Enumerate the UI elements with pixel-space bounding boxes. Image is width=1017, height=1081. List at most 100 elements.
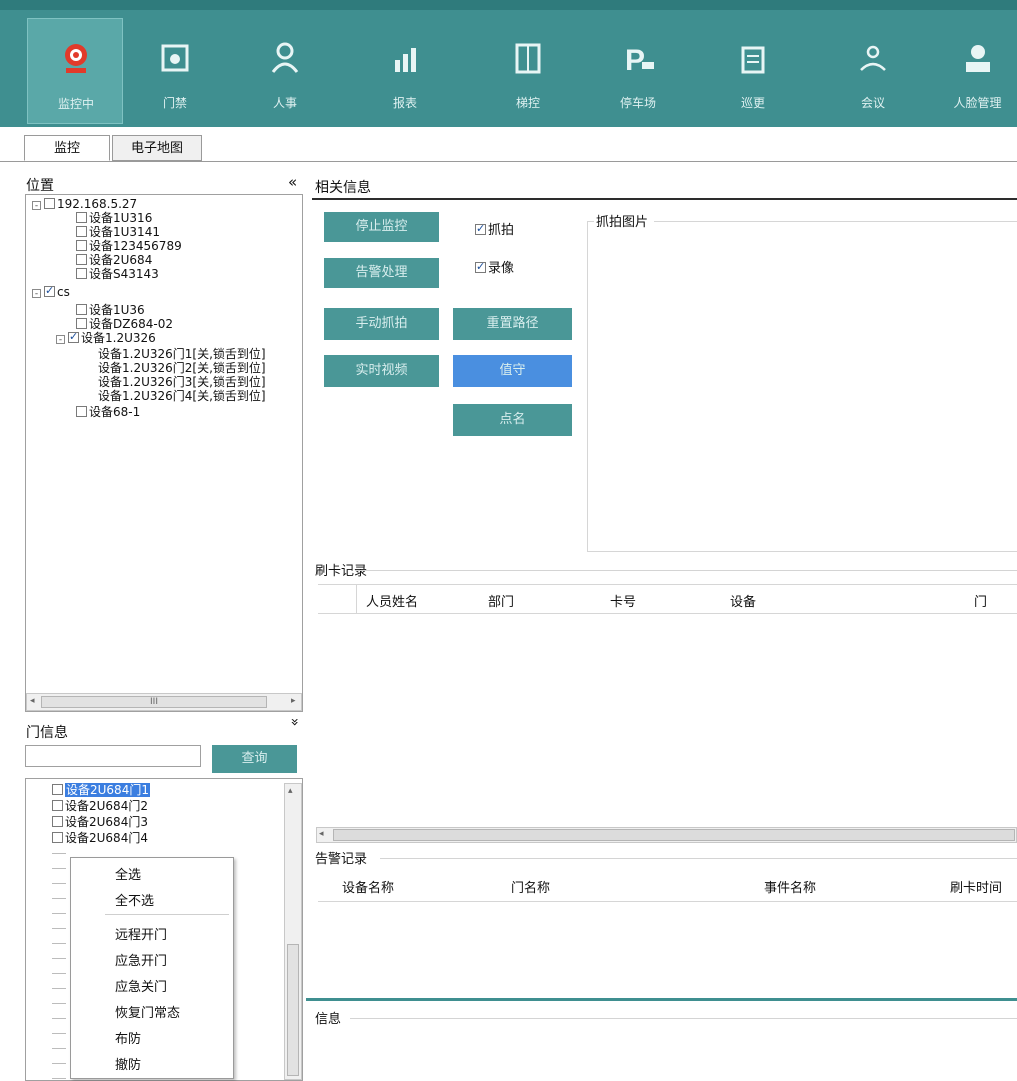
checkbox[interactable] — [52, 832, 63, 843]
door-list-item[interactable]: 设备2U684门2 — [52, 799, 148, 813]
checkbox[interactable] — [52, 800, 63, 811]
toolbar-meeting[interactable]: 会议 — [825, 18, 921, 124]
door-list-item[interactable]: 设备2U684门3 — [52, 815, 148, 829]
menu-item-restore-normal[interactable]: 恢复门常态 — [115, 1002, 180, 1021]
column-header[interactable]: 卡号 — [610, 591, 636, 610]
tree-node[interactable]: 设备S43143 — [76, 267, 159, 281]
tree-node[interactable]: 设备1.2U326门3[关,锁舌到位] — [98, 375, 266, 389]
panel-splitter[interactable] — [306, 998, 1017, 1001]
tree-node-label: 设备S43143 — [89, 267, 159, 281]
reset-path-button[interactable]: 重置路径 — [453, 308, 572, 340]
checkbox[interactable] — [475, 222, 486, 235]
door-list-item[interactable]: 设备2U684门1 — [52, 783, 150, 797]
realtime-video-button[interactable]: 实时视频 — [324, 355, 439, 387]
toolbar-report[interactable]: 报表 — [357, 18, 453, 124]
query-button[interactable]: 查询 — [212, 745, 297, 773]
checkbox[interactable] — [76, 254, 87, 265]
tree-node[interactable]: 设备DZ684-02 — [76, 317, 173, 331]
column-header[interactable]: 人员姓名 — [366, 591, 418, 610]
toolbar-patrol[interactable]: 巡更 — [705, 18, 801, 124]
patrol-icon — [741, 46, 765, 74]
collapse-icon[interactable]: « — [288, 173, 297, 191]
alarm-handle-button[interactable]: 告警处理 — [324, 258, 439, 288]
toolbar-face-management[interactable]: 人脸管理 — [938, 18, 1017, 124]
checkbox[interactable] — [76, 304, 87, 315]
scroll-thumb[interactable] — [287, 944, 299, 1076]
checkbox[interactable] — [76, 212, 87, 223]
column-header[interactable]: 事件名称 — [764, 877, 816, 896]
tree-node-label: 设备1.2U326门3[关,锁舌到位] — [98, 375, 266, 389]
checkbox[interactable] — [68, 330, 79, 344]
menu-item-select-all[interactable]: 全选 — [115, 864, 141, 883]
door-list-item[interactable]: 设备2U684门4 — [52, 831, 148, 845]
scroll-left-icon[interactable]: ◂ — [30, 696, 35, 706]
menu-item-arm[interactable]: 布防 — [115, 1028, 141, 1047]
tree-node[interactable]: - 192.168.5.27 — [32, 197, 137, 211]
manual-capture-button[interactable]: 手动抓拍 — [324, 308, 439, 340]
checkbox[interactable] — [76, 318, 87, 329]
expand-icon[interactable]: » — [286, 718, 302, 727]
menu-item-deselect-all[interactable]: 全不选 — [115, 890, 154, 909]
column-header[interactable]: 设备 — [730, 591, 756, 610]
tree-node[interactable]: 设备1.2U326门1[关,锁舌到位] — [98, 347, 266, 361]
door-search-input[interactable] — [25, 745, 201, 767]
scroll-thumb[interactable]: III — [41, 696, 267, 708]
tree-node[interactable]: 设备2U684 — [76, 253, 152, 267]
tree-node[interactable]: 设备1.2U326门4[关,锁舌到位] — [98, 389, 266, 403]
tree-node[interactable]: - 设备1.2U326 — [56, 330, 156, 345]
scroll-left-icon[interactable]: ◂ — [319, 829, 324, 839]
toolbar-parking[interactable]: P 停车场 — [590, 18, 686, 124]
menu-item-remote-open[interactable]: 远程开门 — [115, 924, 167, 943]
tab-monitor[interactable]: 监控 — [24, 135, 110, 161]
vertical-scrollbar[interactable]: ▴ — [284, 783, 302, 1080]
collapse-node-icon[interactable]: - — [32, 289, 41, 299]
toolbar-door-access[interactable]: 门禁 — [127, 18, 223, 124]
tree-node[interactable]: - cs — [32, 284, 70, 299]
checkbox[interactable] — [52, 816, 63, 827]
menu-item-emergency-open[interactable]: 应急开门 — [115, 950, 167, 969]
tree-node[interactable]: 设备1U36 — [76, 303, 145, 317]
collapse-node-icon[interactable]: - — [32, 201, 41, 211]
card-records-scrollbar[interactable]: ◂ — [316, 827, 1017, 843]
stop-monitor-button[interactable]: 停止监控 — [324, 212, 439, 242]
collapse-node-icon[interactable]: - — [56, 335, 65, 345]
capture-checkbox[interactable]: 抓拍 — [475, 219, 514, 238]
column-header[interactable]: 门 — [974, 591, 987, 610]
checkbox[interactable] — [52, 784, 63, 795]
tree-node-label: 设备1.2U326 — [81, 331, 156, 345]
roll-call-button[interactable]: 点名 — [453, 404, 572, 436]
checkbox[interactable] — [475, 260, 486, 273]
tree-node[interactable]: 设备1.2U326门2[关,锁舌到位] — [98, 361, 266, 375]
scroll-up-icon[interactable]: ▴ — [288, 786, 293, 796]
tab-electronic-map[interactable]: 电子地图 — [112, 135, 202, 161]
checkbox[interactable] — [76, 268, 87, 279]
scroll-thumb[interactable] — [333, 829, 1015, 841]
horizontal-scrollbar[interactable]: ◂ III ▸ — [26, 693, 302, 711]
checkbox[interactable] — [76, 240, 87, 251]
record-checkbox[interactable]: 录像 — [475, 257, 514, 276]
tree-node[interactable]: 设备68-1 — [76, 405, 140, 419]
column-header[interactable]: 刷卡时间 — [950, 877, 1002, 896]
checkbox[interactable] — [44, 198, 55, 209]
toolbar-personnel[interactable]: 人事 — [237, 18, 333, 124]
checkbox[interactable] — [76, 406, 87, 417]
on-duty-button[interactable]: 值守 — [453, 355, 572, 387]
scroll-right-icon[interactable]: ▸ — [291, 696, 296, 706]
toolbar-elevator[interactable]: 梯控 — [480, 18, 576, 124]
tree-node-label: 设备1U3141 — [89, 225, 160, 239]
alarm-records-title: 告警记录 — [315, 848, 374, 867]
door-list-label: 设备2U684门1 — [65, 783, 150, 797]
person-icon — [271, 42, 299, 73]
column-header[interactable]: 门名称 — [511, 877, 550, 896]
menu-item-emergency-close[interactable]: 应急关门 — [115, 976, 167, 995]
checkbox[interactable] — [76, 226, 87, 237]
tree-node[interactable]: 设备123456789 — [76, 239, 182, 253]
group-line — [380, 858, 1017, 859]
tree-node[interactable]: 设备1U316 — [76, 211, 152, 225]
column-header[interactable]: 部门 — [488, 591, 514, 610]
checkbox[interactable] — [44, 284, 55, 298]
column-header[interactable]: 设备名称 — [342, 877, 394, 896]
toolbar-monitor[interactable]: 监控中 — [27, 18, 123, 124]
menu-item-disarm[interactable]: 撤防 — [115, 1054, 141, 1073]
tree-node[interactable]: 设备1U3141 — [76, 225, 160, 239]
